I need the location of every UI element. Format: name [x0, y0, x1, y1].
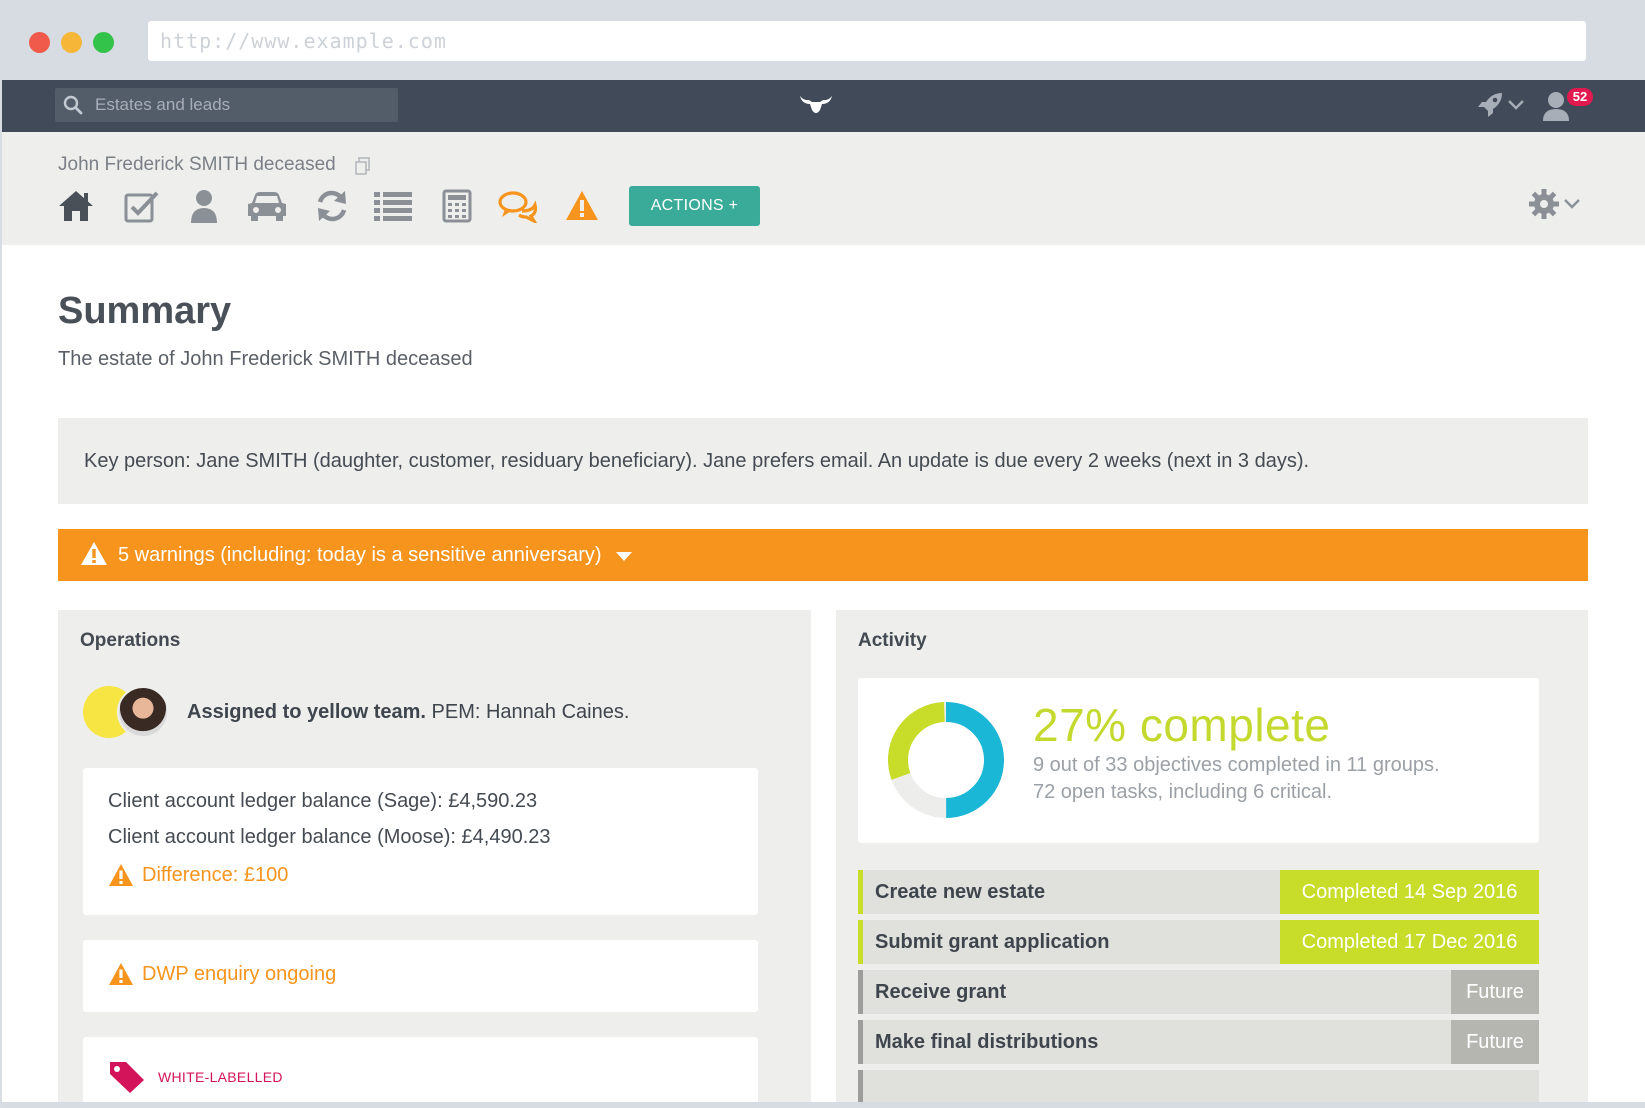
warning-icon: [109, 963, 133, 985]
actions-button[interactable]: ACTIONS +: [629, 186, 760, 226]
ledger-moose-balance: Client account ledger balance (Moose): £…: [108, 826, 551, 848]
page-title: Summary: [58, 290, 232, 332]
car-icon[interactable]: [246, 189, 288, 223]
list-icon[interactable]: [373, 189, 413, 223]
tag-row[interactable]: WHITE-LABELLED: [108, 1060, 283, 1094]
tag-label: WHITE-LABELLED: [158, 1069, 283, 1085]
moose-logo-icon[interactable]: [798, 92, 834, 118]
copy-icon[interactable]: [355, 157, 371, 175]
milestone-row[interactable]: Receive grant Future: [858, 970, 1539, 1014]
progress-title: 27% complete: [1033, 699, 1331, 751]
dwp-text: DWP enquiry ongoing: [142, 962, 337, 985]
milestone-row[interactable]: Make final distributions Future: [858, 1020, 1539, 1064]
search-box[interactable]: [55, 88, 398, 122]
operations-title: Operations: [80, 630, 181, 651]
app-window: 52 John Frederick SMITH deceased: [2, 80, 1645, 1108]
chevron-down-icon: [1508, 100, 1524, 110]
progress-card: 27% complete 9 out of 33 objectives comp…: [858, 678, 1539, 843]
maximize-window-button[interactable]: [93, 32, 114, 53]
calculator-icon[interactable]: [442, 189, 472, 223]
milestone-label: Submit grant application: [875, 931, 1110, 953]
rocket-icon: [1478, 93, 1502, 117]
ledger-card: Client account ledger balance (Sage): £4…: [83, 768, 758, 915]
user-notifications-button[interactable]: 52: [1542, 88, 1593, 126]
refresh-icon[interactable]: [315, 189, 349, 223]
team-assignment: Assigned to yellow team. PEM: Hannah Cai…: [83, 686, 629, 738]
milestone-status: Completed 17 Dec 2016: [1280, 920, 1539, 964]
activity-panel: Activity 27% complete 9 out of 33 object…: [836, 610, 1588, 1108]
key-person-text: Key person: Jane SMITH (daughter, custom…: [84, 450, 1310, 472]
operations-panel: Operations Assigned to yellow team. PEM:…: [58, 610, 811, 1108]
checklist-icon[interactable]: [124, 189, 160, 223]
objectives-summary: 9 out of 33 objectives completed in 11 g…: [1033, 754, 1440, 776]
donut-progress-arc: [945, 701, 1004, 818]
progress-donut-chart: [888, 701, 1004, 818]
warning-icon: [81, 542, 107, 565]
dwp-enquiry: DWP enquiry ongoing: [108, 962, 336, 986]
chevron-down-icon: [1564, 199, 1580, 209]
activity-title: Activity: [858, 630, 927, 651]
notification-count-badge: 52: [1567, 88, 1593, 106]
estate-header: John Frederick SMITH deceased ACTIONS +: [2, 132, 1645, 245]
milestone-status: Completed 14 Sep 2016: [1280, 870, 1539, 914]
page-subtitle: The estate of John Frederick SMITH decea…: [58, 348, 473, 370]
window-bottom-edge: [2, 1102, 1645, 1108]
chat-icon[interactable]: [498, 189, 538, 223]
caret-down-icon: [616, 551, 633, 561]
milestone-row[interactable]: Submit grant application Completed 17 De…: [858, 920, 1539, 964]
milestone-status: Future: [1451, 1020, 1539, 1064]
gear-icon: [1529, 189, 1559, 219]
avatar[interactable]: [117, 686, 169, 738]
tag-card: WHITE-LABELLED: [83, 1037, 758, 1108]
tag-icon: [110, 1062, 144, 1093]
home-icon[interactable]: [57, 189, 95, 223]
donut-secondary-arc: [888, 702, 946, 780]
warnings-text: 5 warnings (including: today is a sensit…: [118, 544, 602, 566]
milestone-row[interactable]: Create new estate Completed 14 Sep 2016: [858, 870, 1539, 914]
warning-icon: [109, 864, 133, 886]
person-icon[interactable]: [190, 189, 218, 223]
browser-toolbar: http://www.example.com: [0, 0, 1645, 80]
milestone-status: Future: [1451, 970, 1539, 1014]
milestone-label: Receive grant: [875, 981, 1007, 1003]
ledger-difference: Difference: £100: [108, 863, 288, 887]
difference-text: Difference: £100: [142, 863, 289, 886]
top-navbar: 52: [2, 80, 1645, 132]
milestone-label: Make final distributions: [875, 1031, 1099, 1053]
url-bar[interactable]: http://www.example.com: [148, 21, 1586, 61]
pem-name: PEM: Hannah Caines.: [431, 700, 630, 723]
launch-menu-button[interactable]: [1475, 90, 1525, 120]
tasks-summary: 72 open tasks, including 6 critical.: [1033, 781, 1333, 803]
search-input[interactable]: [95, 88, 390, 122]
team-assignment-text: Assigned to yellow team. PEM: Hannah Cai…: [187, 701, 629, 724]
search-icon: [63, 95, 83, 115]
milestone-label: Create new estate: [875, 881, 1046, 903]
close-window-button[interactable]: [29, 32, 50, 53]
settings-menu-button[interactable]: [1529, 189, 1581, 219]
dwp-card[interactable]: DWP enquiry ongoing: [83, 940, 758, 1012]
ledger-sage-balance: Client account ledger balance (Sage): £4…: [108, 790, 538, 812]
minimize-window-button[interactable]: [61, 32, 82, 53]
key-person-box: Key person: Jane SMITH (daughter, custom…: [58, 418, 1588, 504]
warning-icon[interactable]: [565, 189, 599, 223]
team-name: Assigned to yellow team.: [187, 700, 426, 723]
estate-name: John Frederick SMITH deceased: [58, 154, 336, 175]
warnings-banner[interactable]: 5 warnings (including: today is a sensit…: [58, 529, 1588, 581]
